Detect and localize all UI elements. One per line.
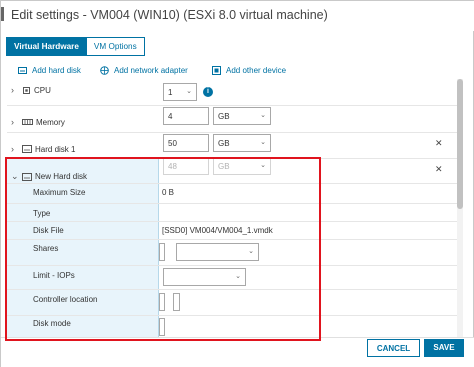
edit-settings-dialog: Edit settings - VM004 (WIN10) (ESXi 8.0 … (0, 0, 474, 367)
tab-bar: Virtual Hardware VM Options (6, 37, 145, 57)
disk-icon (18, 67, 27, 74)
titlebar-edge (1, 7, 4, 21)
network-adapter-icon (100, 66, 109, 75)
hard-disk-1-size-value: 50 (168, 139, 177, 148)
hard-disk-1-label: Hard disk 1 (35, 144, 76, 154)
memory-label-group: › Memory (11, 117, 65, 127)
chevron-down-icon: ⌄ (235, 273, 241, 280)
chevron-down-icon: ⌄ (260, 112, 266, 119)
cpu-count-select[interactable]: 1 ⌄ (163, 83, 197, 101)
shares-select[interactable] (159, 243, 165, 261)
row-type: Type (7, 204, 457, 222)
shares-value-input[interactable]: ⌄ (176, 243, 259, 261)
dialog-title: Edit settings - VM004 (WIN10) (ESXi 8.0 … (11, 8, 328, 22)
controller-location-label: Controller location (33, 295, 98, 304)
new-hard-disk-unit-value: GB (218, 162, 230, 171)
new-hard-disk-size-value: 48 (168, 162, 177, 171)
info-icon[interactable]: i (203, 87, 213, 97)
type-label: Type (33, 209, 51, 218)
chevron-right-icon[interactable]: › (11, 85, 19, 95)
chevron-down-icon: ⌄ (260, 162, 266, 169)
maximum-size-label: Maximum Size (33, 188, 86, 197)
disk-icon (22, 172, 32, 181)
add-network-adapter-button[interactable]: Add network adapter (100, 66, 188, 75)
disk-icon (22, 145, 32, 153)
memory-unit-select[interactable]: GB ⌄ (213, 107, 271, 125)
tab-virtual-hardware[interactable]: Virtual Hardware (6, 37, 87, 56)
controller-slot-select[interactable] (173, 293, 180, 311)
maximum-size-value: 0 B (162, 188, 175, 197)
limit-iops-label: Limit - IOPs (33, 271, 75, 280)
disk-file-value: [SSD0] VM004/VM004_1.vmdk (162, 226, 273, 235)
add-network-adapter-label: Add network adapter (114, 66, 188, 75)
chevron-right-icon[interactable]: › (11, 144, 19, 154)
new-hard-disk-label-group: ⌄ New Hard disk (11, 171, 87, 182)
memory-size-input[interactable]: 4 (163, 107, 209, 125)
dialog-titlebar: Edit settings - VM004 (WIN10) (ESXi 8.0 … (1, 1, 474, 31)
row-shares: Shares ⌄ (7, 240, 457, 266)
add-other-device-button[interactable]: Add other device (212, 66, 286, 75)
row-disk-file: Disk File [SSD0] VM004/VM004_1.vmdk (7, 222, 457, 240)
chevron-down-icon: ⌄ (248, 248, 254, 255)
hard-disk-1-label-group: › Hard disk 1 (11, 144, 75, 154)
device-row-cpu: › CPU 1 ⌄ i (7, 79, 457, 106)
memory-size-value: 4 (168, 112, 173, 121)
chevron-right-icon[interactable]: › (11, 117, 19, 127)
device-row-hard-disk-1: › Hard disk 1 50 GB ⌄ ✕ (7, 133, 457, 159)
row-maximum-size: Maximum Size 0 B (7, 184, 457, 204)
add-device-toolbar: Add hard disk Add network adapter Add ot… (1, 66, 474, 80)
new-hard-disk-size-input[interactable]: 48 (163, 157, 209, 175)
hard-disk-1-size-input[interactable]: 50 (163, 134, 209, 152)
save-button[interactable]: SAVE (424, 339, 464, 357)
controller-select[interactable] (159, 293, 165, 311)
tab-vm-options[interactable]: VM Options (85, 37, 145, 56)
device-row-new-hard-disk: ⌄ New Hard disk 48 GB ⌄ ✕ (7, 157, 457, 184)
scrollbar-thumb[interactable] (457, 79, 463, 209)
cpu-icon (23, 86, 30, 94)
add-hard-disk-button[interactable]: Add hard disk (18, 66, 81, 75)
row-limit-iops: Limit - IOPs ⌄ (7, 266, 457, 290)
device-row-memory: › Memory 4 GB ⌄ (7, 106, 457, 133)
row-controller-location: Controller location (7, 290, 457, 316)
new-hard-disk-label: New Hard disk (35, 172, 88, 181)
chevron-down-icon: ⌄ (260, 139, 266, 146)
memory-icon (22, 119, 33, 125)
hard-disk-1-unit-select[interactable]: GB ⌄ (213, 134, 271, 152)
cpu-label-group: › CPU (11, 85, 51, 95)
add-hard-disk-label: Add hard disk (32, 66, 81, 75)
cpu-count-value: 1 (168, 88, 173, 97)
memory-label: Memory (36, 117, 65, 127)
cancel-button[interactable]: CANCEL (367, 339, 420, 357)
shares-label: Shares (33, 244, 59, 253)
device-icon (212, 66, 221, 75)
new-hard-disk-unit-select[interactable]: GB ⌄ (213, 157, 271, 175)
memory-unit-value: GB (218, 112, 230, 121)
disk-mode-label: Disk mode (33, 319, 71, 328)
disk-mode-select[interactable] (159, 318, 165, 336)
cpu-label: CPU (34, 85, 51, 95)
remove-new-hard-disk-button[interactable]: ✕ (435, 164, 443, 175)
disk-file-label: Disk File (33, 226, 64, 235)
remove-hard-disk-1-button[interactable]: ✕ (435, 138, 443, 149)
limit-iops-select[interactable]: ⌄ (163, 268, 246, 286)
chevron-down-icon: ⌄ (186, 88, 192, 95)
add-other-device-label: Add other device (226, 66, 287, 75)
device-list: › CPU 1 ⌄ i › Memory 4 GB ⌄ › Hard disk … (7, 79, 457, 341)
chevron-down-icon[interactable]: ⌄ (11, 171, 19, 182)
hard-disk-1-unit-value: GB (218, 139, 230, 148)
